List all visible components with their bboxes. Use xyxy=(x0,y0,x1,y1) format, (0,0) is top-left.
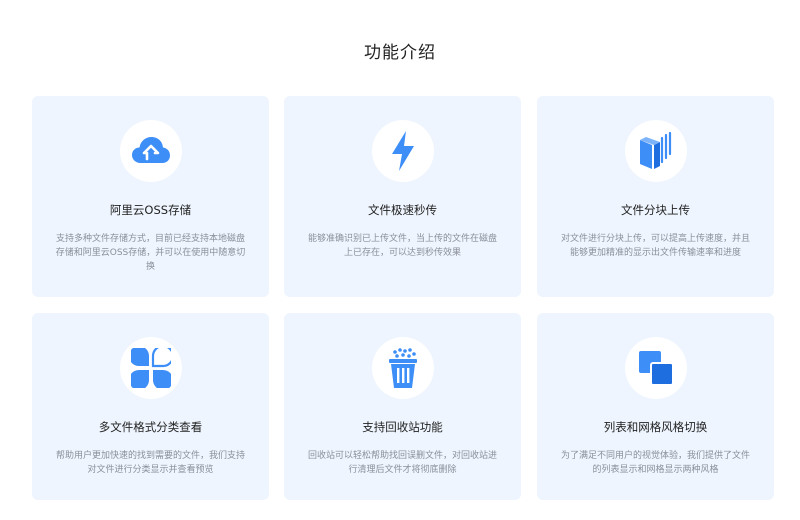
section-title: 功能介绍 xyxy=(364,43,436,63)
icon-circle xyxy=(372,337,434,399)
file-chunks-icon xyxy=(640,132,672,169)
icon-circle xyxy=(120,337,182,399)
icon-circle xyxy=(625,120,687,182)
feature-title: 文件分块上传 xyxy=(621,203,690,217)
feature-description: 回收站可以轻松帮助找回误删文件，对回收站进行清理后文件才将彻底删除 xyxy=(307,451,497,475)
feature-title: 支持回收站功能 xyxy=(362,420,443,434)
cloud-upload-icon xyxy=(132,137,170,163)
feature-title: 文件极速秒传 xyxy=(368,203,437,217)
icon-circle xyxy=(372,120,434,182)
lightning-icon xyxy=(392,131,414,171)
feature-card-file-categories: 多文件格式分类查看 帮助用户更加快速的找到需要的文件，我们支持对文件进行分类显示… xyxy=(32,313,269,500)
feature-description: 支持多种文件存储方式，目前已经支持本地磁盘存储和阿里云OSS存储，并可以在使用中… xyxy=(55,234,246,272)
icon-circle xyxy=(120,120,182,182)
recycle-bin-icon xyxy=(389,348,417,388)
layout-switch-icon xyxy=(639,351,674,386)
icon-circle xyxy=(625,337,687,399)
feature-description: 帮助用户更加快速的找到需要的文件，我们支持对文件进行分类显示并查看预览 xyxy=(55,451,245,475)
feature-title: 多文件格式分类查看 xyxy=(98,420,203,434)
feature-title: 阿里云OSS存储 xyxy=(109,203,192,217)
feature-description: 为了满足不同用户的视觉体验，我们提供了文件的列表显示和网格显示两种风格 xyxy=(560,451,750,475)
feature-description: 能够准确识别已上传文件，当上传的文件在磁盘上已存在，可以达到秒传效果 xyxy=(307,234,497,258)
feature-intro-page: 功能介绍 阿里云OSS存储 支持多种文件存储方式，目前已经支持本地磁盘存储和阿里… xyxy=(0,0,800,520)
feature-card-chunked-upload: 文件分块上传 对文件进行分块上传，可以提高上传速度，并且能够更加精准的显示出文件… xyxy=(537,96,774,297)
feature-card-instant-upload: 文件极速秒传 能够准确识别已上传文件，当上传的文件在磁盘上已存在，可以达到秒传效… xyxy=(284,96,521,297)
feature-title: 列表和网格风格切换 xyxy=(603,420,708,434)
feature-description: 对文件进行分块上传，可以提高上传速度，并且能够更加精准的显示出文件传输速率和进度 xyxy=(560,234,750,258)
category-grid-icon xyxy=(131,348,171,388)
feature-card-layout-switch: 列表和网格风格切换 为了满足不同用户的视觉体验，我们提供了文件的列表显示和网格显… xyxy=(537,313,774,500)
feature-card-recycle-bin: 支持回收站功能 回收站可以轻松帮助找回误删文件，对回收站进行清理后文件才将彻底删… xyxy=(284,313,521,500)
feature-card-oss-storage: 阿里云OSS存储 支持多种文件存储方式，目前已经支持本地磁盘存储和阿里云OSS存… xyxy=(32,96,269,297)
